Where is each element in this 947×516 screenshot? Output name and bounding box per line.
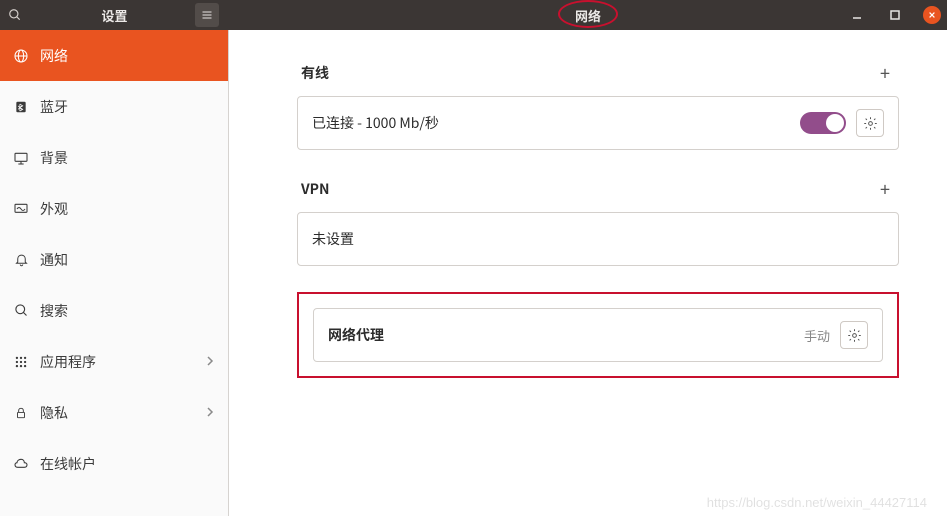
sidebar-item-label: 背景 <box>40 148 68 168</box>
gear-icon <box>863 116 878 131</box>
sidebar-item-online-accounts[interactable]: 在线帐户 <box>0 438 228 489</box>
sidebar-item-applications[interactable]: 应用程序 <box>0 336 228 387</box>
window-controls <box>847 5 941 25</box>
cloud-icon <box>12 455 30 473</box>
lock-icon <box>12 404 30 422</box>
display-icon <box>12 149 30 167</box>
page-title: 网络 <box>575 6 601 25</box>
wired-section: 有线 + 已连接 - 1000 Mb/秒 <box>297 60 899 150</box>
maximize-icon <box>890 10 900 20</box>
sidebar-item-appearance[interactable]: 外观 <box>0 183 228 234</box>
proxy-settings-button[interactable] <box>840 321 868 349</box>
search-button[interactable] <box>0 0 30 30</box>
appearance-icon <box>12 200 30 218</box>
bell-icon <box>12 251 30 269</box>
proxy-mode: 手动 <box>804 326 830 345</box>
hamburger-icon <box>201 9 213 21</box>
settings-title: 设置 <box>101 6 127 25</box>
sidebar-item-label: 蓝牙 <box>40 97 68 117</box>
main-content: 有线 + 已连接 - 1000 Mb/秒 VPN + <box>229 30 947 516</box>
wired-title: 有线 <box>301 63 329 83</box>
sidebar-item-label: 应用程序 <box>40 352 96 372</box>
vpn-title: VPN <box>301 179 330 199</box>
sidebar-item-label: 隐私 <box>40 403 68 423</box>
hamburger-button[interactable] <box>195 3 219 27</box>
minimize-button[interactable] <box>847 5 867 25</box>
sidebar-item-label: 外观 <box>40 199 68 219</box>
vpn-header: VPN + <box>297 176 899 202</box>
wired-status: 已连接 - 1000 Mb/秒 <box>312 113 800 133</box>
wired-toggle[interactable] <box>800 112 846 134</box>
vpn-row: 未设置 <box>298 213 898 265</box>
sidebar-item-label: 在线帐户 <box>40 454 96 474</box>
sidebar-item-label: 搜索 <box>40 301 68 321</box>
globe-icon <box>12 47 30 65</box>
sidebar-item-search[interactable]: 搜索 <box>0 285 228 336</box>
add-wired-button[interactable]: + <box>875 60 895 86</box>
search-icon <box>12 302 30 320</box>
wired-card: 已连接 - 1000 Mb/秒 <box>297 96 899 150</box>
sidebar-item-background[interactable]: 背景 <box>0 132 228 183</box>
proxy-card: 网络代理 手动 <box>313 308 883 362</box>
sidebar-item-privacy[interactable]: 隐私 <box>0 387 228 438</box>
sidebar: 网络 蓝牙 背景 外观 通知 <box>0 30 229 516</box>
titlebar-left: 设置 <box>0 0 229 30</box>
toggle-knob <box>826 114 844 132</box>
sidebar-item-network[interactable]: 网络 <box>0 30 228 81</box>
vpn-card: 未设置 <box>297 212 899 266</box>
proxy-row[interactable]: 网络代理 手动 <box>314 309 882 361</box>
gear-icon <box>847 328 862 343</box>
close-icon <box>928 11 936 19</box>
container: 网络 蓝牙 背景 外观 通知 <box>0 30 947 516</box>
close-button[interactable] <box>923 6 941 24</box>
watermark: https://blog.csdn.net/weixin_44427114 <box>707 495 927 510</box>
add-vpn-button[interactable]: + <box>875 176 895 202</box>
bluetooth-icon <box>12 98 30 116</box>
search-icon <box>8 8 22 22</box>
vpn-section: VPN + 未设置 <box>297 176 899 266</box>
sidebar-item-bluetooth[interactable]: 蓝牙 <box>0 81 228 132</box>
sidebar-item-label: 网络 <box>40 46 68 66</box>
minimize-icon <box>852 10 862 20</box>
vpn-status: 未设置 <box>312 229 884 249</box>
sidebar-item-label: 通知 <box>40 250 68 270</box>
wired-settings-button[interactable] <box>856 109 884 137</box>
annotation-box: 网络代理 手动 <box>297 292 899 378</box>
maximize-button[interactable] <box>885 5 905 25</box>
chevron-right-icon <box>206 352 214 372</box>
proxy-title: 网络代理 <box>328 325 804 345</box>
titlebar-right: 网络 <box>229 0 947 30</box>
sidebar-item-notifications[interactable]: 通知 <box>0 234 228 285</box>
chevron-right-icon <box>206 403 214 423</box>
titlebar: 设置 网络 <box>0 0 947 30</box>
grid-icon <box>12 353 30 371</box>
wired-row: 已连接 - 1000 Mb/秒 <box>298 97 898 149</box>
wired-header: 有线 + <box>297 60 899 86</box>
